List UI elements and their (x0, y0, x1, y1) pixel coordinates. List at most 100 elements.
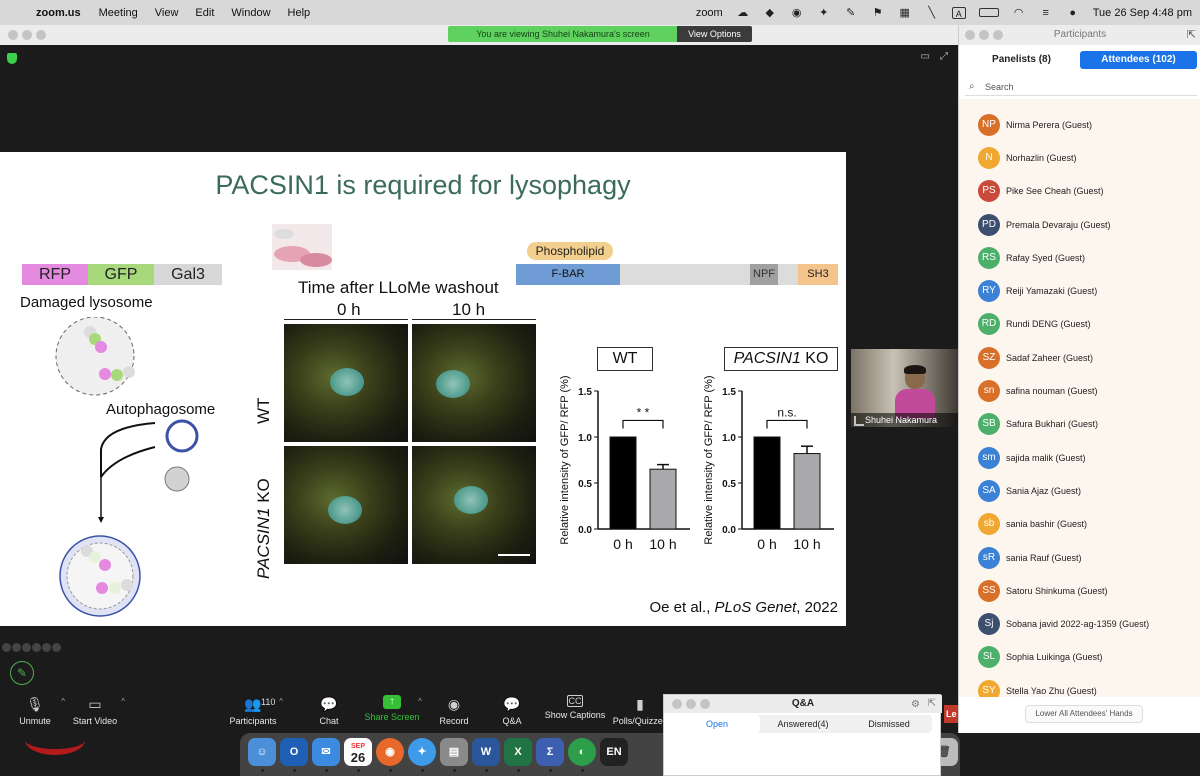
list-item[interactable]: PD Premala Devaraju (Guest) (959, 208, 1200, 241)
qa-button[interactable]: 💬 Q&A (477, 695, 547, 726)
pen-icon[interactable]: ╲ (925, 7, 939, 19)
menu-view[interactable]: View (155, 7, 179, 19)
list-item[interactable]: SA Sania Ajaz (Guest) (959, 474, 1200, 507)
popout-icon[interactable]: ⇱ (1187, 28, 1196, 41)
participants-button[interactable]: 👥 110 Participants ^ (218, 695, 288, 726)
list-item[interactable]: sR sania Rauf (Guest) (959, 541, 1200, 574)
sigma-app-icon[interactable]: Σ (536, 738, 564, 766)
tab-dismissed[interactable]: Dismissed (846, 715, 932, 733)
finder-icon[interactable]: ☺ (248, 738, 276, 766)
list-item[interactable]: SL Sophia Luikinga (Guest) (959, 641, 1200, 674)
gear-icon[interactable]: ⚙ (911, 699, 920, 710)
tab-open[interactable]: Open (674, 715, 760, 733)
leave-button[interactable]: Le (944, 705, 958, 723)
start-video-button[interactable]: ▭ Start Video ^ (60, 695, 130, 726)
minimize-panel-button[interactable] (979, 30, 989, 40)
firefox-icon[interactable]: ◉ (376, 738, 404, 766)
input-source-icon[interactable]: A (951, 6, 966, 19)
chat-button[interactable]: 💬 Chat (294, 695, 364, 726)
minimize-window-button[interactable] (22, 30, 32, 40)
calendar-icon[interactable]: SEP 26 (344, 738, 372, 766)
slide-prev-icon[interactable] (2, 643, 11, 652)
list-item[interactable]: Sj Sobana javid 2022-ag-1359 (Guest) (959, 607, 1200, 640)
vpn-icon[interactable]: ◉ (790, 7, 804, 19)
search-input[interactable]: ⌕ Search (965, 78, 1197, 96)
battery-icon[interactable] (978, 8, 999, 17)
language-app-icon[interactable]: EN (600, 738, 628, 766)
zoom-status-label[interactable]: zoom (696, 7, 723, 19)
tab-panelists[interactable]: Panelists (8) (963, 51, 1080, 69)
chevron-up-icon[interactable]: ^ (279, 697, 283, 706)
script-icon[interactable]: ✎ (844, 7, 858, 19)
menu-help[interactable]: Help (288, 7, 311, 19)
zoom-qa-button[interactable] (700, 699, 710, 709)
popout-icon[interactable]: ⇱ (928, 698, 936, 709)
polls-icon: ▮ (636, 696, 644, 712)
fullscreen-icon[interactable]: ⤢ (940, 51, 948, 62)
attendee-name: Satoru Shinkuma (Guest) (1006, 585, 1108, 596)
list-item[interactable]: RS Rafay Syed (Guest) (959, 241, 1200, 274)
menu-window[interactable]: Window (231, 7, 270, 19)
close-qa-button[interactable] (672, 699, 682, 709)
bar (609, 436, 637, 530)
flag-icon[interactable]: ⚑ (871, 7, 885, 19)
list-item[interactable]: sn safina nouman (Guest) (959, 374, 1200, 407)
menu-meeting[interactable]: Meeting (99, 7, 138, 19)
speaker-video-tile[interactable]: Shuhei Nakamura (851, 349, 958, 427)
avatar: sR (978, 546, 1000, 569)
tab-attendees[interactable]: Attendees (102) (1080, 51, 1197, 69)
slide-zoom-icon[interactable] (22, 643, 31, 652)
grid-icon[interactable]: ▦ (898, 7, 912, 19)
list-item[interactable]: SY Stella Yao Zhu (Guest) (959, 674, 1200, 697)
list-item[interactable]: N Norhazlin (Guest) (959, 141, 1200, 174)
siri-icon[interactable]: ● (1066, 7, 1080, 19)
tab-answered[interactable]: Answered(4) (760, 715, 846, 733)
menu-app-name[interactable]: zoom.us (36, 7, 81, 19)
safari-icon[interactable]: ✦ (408, 738, 436, 766)
zoom-window-button[interactable] (36, 30, 46, 40)
list-item[interactable]: PS Pike See Cheah (Guest) (959, 175, 1200, 208)
list-item[interactable]: SS Satoru Shinkuma (Guest) (959, 574, 1200, 607)
menu-edit[interactable]: Edit (195, 7, 214, 19)
network-app-icon[interactable]: ◐ (568, 738, 596, 766)
damaged-lysosome-label: Damaged lysosome (20, 294, 153, 311)
dropbox-icon[interactable]: ◆ (763, 7, 777, 19)
annotate-pencil-icon[interactable]: ✎ (10, 661, 34, 685)
close-panel-button[interactable] (965, 30, 975, 40)
mail-icon[interactable]: ✉ (312, 738, 340, 766)
view-options-button[interactable]: View Options (677, 26, 752, 42)
tools-icon[interactable]: ✦ (817, 7, 831, 19)
list-item[interactable]: NP Nirma Perera (Guest) (959, 108, 1200, 141)
show-captions-button[interactable]: CC Show Captions (540, 695, 610, 720)
list-item[interactable]: SB Safura Bukhari (Guest) (959, 408, 1200, 441)
share-screen-button[interactable]: ↑ Share Screen ^ (357, 695, 427, 722)
close-window-button[interactable] (8, 30, 18, 40)
list-item[interactable]: SZ Sadaf Zaheer (Guest) (959, 341, 1200, 374)
list-item[interactable]: sm sajida malik (Guest) (959, 441, 1200, 474)
slide-menu-icon[interactable] (42, 643, 51, 652)
menu-clock[interactable]: Tue 26 Sep 4:48 pm (1093, 7, 1192, 19)
avatar: N (978, 146, 1000, 169)
outlook-icon[interactable]: O (280, 738, 308, 766)
cloud-icon[interactable]: ☁ (736, 7, 750, 19)
excel-icon[interactable]: X (504, 738, 532, 766)
list-item[interactable]: RD Rundi DENG (Guest) (959, 308, 1200, 341)
list-item[interactable]: RY Reiji Yamazaki (Guest) (959, 274, 1200, 307)
attendee-list[interactable]: NP Nirma Perera (Guest) N Norhazlin (Guest)… (959, 99, 1200, 697)
control-center-icon[interactable]: ≡ (1039, 7, 1053, 19)
security-shield-icon[interactable] (7, 53, 17, 64)
wifi-icon[interactable]: ◠ (1012, 7, 1026, 19)
slide-pen-icon[interactable] (12, 643, 21, 652)
layout-icon[interactable]: ▭ (921, 51, 930, 62)
slide-next-icon[interactable] (52, 643, 61, 652)
zoom-panel-button[interactable] (993, 30, 1003, 40)
lower-hands-button[interactable]: Lower All Attendees' Hands (1025, 705, 1143, 723)
chevron-up-icon[interactable]: ^ (121, 697, 125, 706)
word-icon[interactable]: W (472, 738, 500, 766)
window-controls: ▭ ⤢ (921, 51, 948, 62)
preview-icon[interactable]: ▤ (440, 738, 468, 766)
slide-grid-icon[interactable] (32, 643, 41, 652)
list-item[interactable]: sb sania bashir (Guest) (959, 508, 1200, 541)
col-0h-label: 0 h (337, 300, 361, 319)
minimize-qa-button[interactable] (686, 699, 696, 709)
